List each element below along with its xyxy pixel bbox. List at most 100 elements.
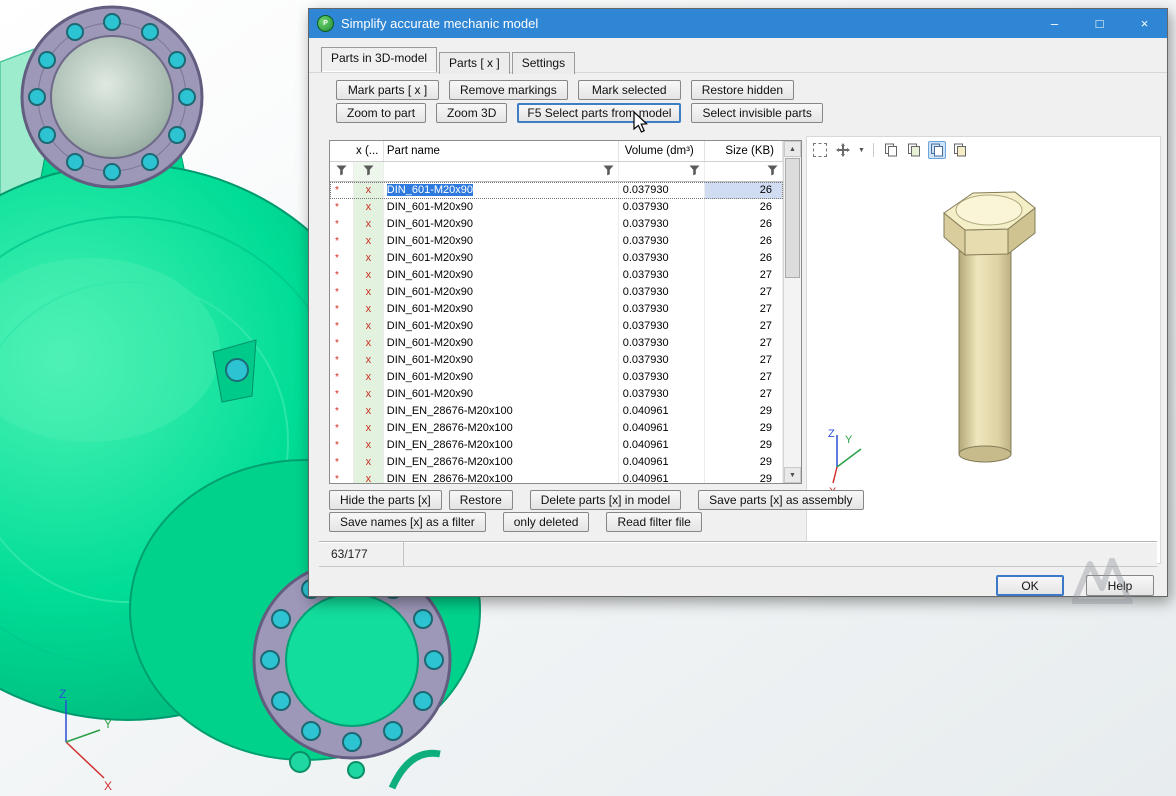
row-volume: 0.037930 [619,318,706,335]
only-deleted-button[interactable]: only deleted [503,512,590,532]
status-bar: 63/177 [319,541,1157,567]
row-mark: * [330,199,354,216]
tab-settings[interactable]: Settings [512,52,575,74]
delete-parts-button[interactable]: Delete parts [x] in model [530,490,681,510]
close-icon[interactable]: × [1122,9,1167,38]
select-invisible-parts-button[interactable]: Select invisible parts [691,103,822,123]
row-part-name: DIN_601-M20x90 [384,250,619,267]
preview-axis-triad: Z Y X [828,428,861,498]
read-filter-file-button[interactable]: Read filter file [606,512,701,532]
table-row[interactable]: * x DIN_EN_28676-M20x100 0.040961 29 [330,454,783,471]
pan-icon[interactable] [834,141,852,159]
restore-button[interactable]: Restore [449,490,513,510]
row-part-name: DIN_EN_28676-M20x100 [384,437,619,454]
restore-hidden-button[interactable]: Restore hidden [691,80,794,100]
row-part-name: DIN_601-M20x90 [384,267,619,284]
row-size: 26 [705,216,783,233]
help-button[interactable]: Help [1086,575,1154,596]
table-row[interactable]: * x DIN_601-M20x90 0.037930 27 [330,318,783,335]
filter-icon[interactable] [689,163,700,181]
row-volume: 0.037930 [619,284,706,301]
filter-icon[interactable] [336,163,347,181]
row-mark: * [330,454,354,471]
copy-view-icon[interactable] [882,141,900,159]
row-mark: * [330,301,354,318]
table-row[interactable]: * x DIN_601-M20x90 0.037930 27 [330,335,783,352]
toolbar-row-1: Mark parts [ x ] Remove markings Mark se… [336,80,794,100]
row-volume: 0.037930 [619,250,706,267]
select-parts-from-model-button[interactable]: F5 Select parts from model [517,103,681,123]
table-row[interactable]: * x DIN_EN_28676-M20x100 0.040961 29 [330,471,783,483]
paste-view-icon[interactable] [928,141,946,159]
dialog-title: Simplify accurate mechanic model [341,16,1032,31]
copy-image-icon[interactable] [905,141,923,159]
remove-markings-button[interactable]: Remove markings [449,80,568,100]
row-mark: * [330,250,354,267]
paste-image-icon[interactable] [951,141,969,159]
save-parts-assembly-button[interactable]: Save parts [x] as assembly [698,490,863,510]
ok-button[interactable]: OK [996,575,1064,596]
dialog-titlebar[interactable]: P Simplify accurate mechanic model – □ × [309,9,1167,38]
filter-icon[interactable] [363,163,374,181]
table-row[interactable]: * x DIN_601-M20x90 0.037930 27 [330,284,783,301]
table-row[interactable]: * x DIN_601-M20x90 0.037930 27 [330,352,783,369]
row-size: 29 [705,471,783,483]
table-row[interactable]: * x DIN_601-M20x90 0.037930 27 [330,301,783,318]
tab-parts-x[interactable]: Parts [ x ] [439,52,510,74]
table-row[interactable]: * x DIN_601-M20x90 0.037930 27 [330,386,783,403]
column-header-volume[interactable]: Volume (dm³) [619,141,706,161]
row-mark: * [330,216,354,233]
row-x-flag: x [354,199,384,216]
row-volume: 0.037930 [619,216,706,233]
table-row[interactable]: * x DIN_601-M20x90 0.037930 26 [330,250,783,267]
action-row-1: Hide the parts [x] Restore Delete parts … [329,490,864,510]
mark-parts-button[interactable]: Mark parts [ x ] [336,80,439,100]
table-row[interactable]: * x DIN_601-M20x90 0.037930 27 [330,267,783,284]
axis-y-label: Y [104,717,112,731]
column-header-size[interactable]: Size (KB) [705,141,783,161]
table-row[interactable]: * x DIN_EN_28676-M20x100 0.040961 29 [330,437,783,454]
row-volume: 0.037930 [619,233,706,250]
hide-parts-button[interactable]: Hide the parts [x] [329,490,442,510]
scroll-thumb[interactable] [785,158,800,278]
column-header-x[interactable]: x (... [330,141,384,161]
scroll-up-icon[interactable]: ▲ [784,141,801,157]
tab-parts-in-3d-model[interactable]: Parts in 3D-model [321,47,437,72]
row-part-name: DIN_601-M20x90 [384,335,619,352]
row-part-name: DIN_601-M20x90 [384,301,619,318]
table-row[interactable]: * x DIN_601-M20x90 0.037930 26 [330,182,783,199]
row-size: 26 [705,199,783,216]
table-row[interactable]: * x DIN_EN_28676-M20x100 0.040961 29 [330,420,783,437]
mark-selected-button[interactable]: Mark selected [578,80,681,100]
table-row[interactable]: * x DIN_601-M20x90 0.037930 26 [330,199,783,216]
zoom-3d-button[interactable]: Zoom 3D [436,103,507,123]
table-row[interactable]: * x DIN_EN_28676-M20x100 0.040961 29 [330,403,783,420]
column-header-part-name[interactable]: Part name [384,141,619,161]
row-x-flag: x [354,386,384,403]
row-volume: 0.040961 [619,403,706,420]
row-volume: 0.037930 [619,386,706,403]
table-scrollbar[interactable]: ▲ ▼ [783,141,801,483]
row-part-name: DIN_601-M20x90 [384,284,619,301]
zoom-to-part-button[interactable]: Zoom to part [336,103,426,123]
dropdown-arrow-icon[interactable]: ▼ [858,147,865,154]
action-row-2: Save names [x] as a filter only deleted … [329,512,702,532]
minimize-button[interactable]: – [1032,9,1077,38]
row-volume: 0.040961 [619,420,706,437]
row-mark: * [330,352,354,369]
scroll-down-icon[interactable]: ▼ [784,467,801,483]
row-mark: * [330,233,354,250]
maximize-button[interactable]: □ [1077,9,1122,38]
select-region-icon[interactable] [811,141,829,159]
row-size: 27 [705,284,783,301]
save-names-filter-button[interactable]: Save names [x] as a filter [329,512,486,532]
row-volume: 0.040961 [619,471,706,483]
table-row[interactable]: * x DIN_601-M20x90 0.037930 26 [330,216,783,233]
row-part-name: DIN_EN_28676-M20x100 [384,471,619,483]
table-row[interactable]: * x DIN_601-M20x90 0.037930 27 [330,369,783,386]
filter-icon[interactable] [767,163,778,181]
table-row[interactable]: * x DIN_601-M20x90 0.037930 26 [330,233,783,250]
filter-icon[interactable] [603,163,614,181]
row-mark: * [330,437,354,454]
row-part-name: DIN_601-M20x90 [384,216,619,233]
